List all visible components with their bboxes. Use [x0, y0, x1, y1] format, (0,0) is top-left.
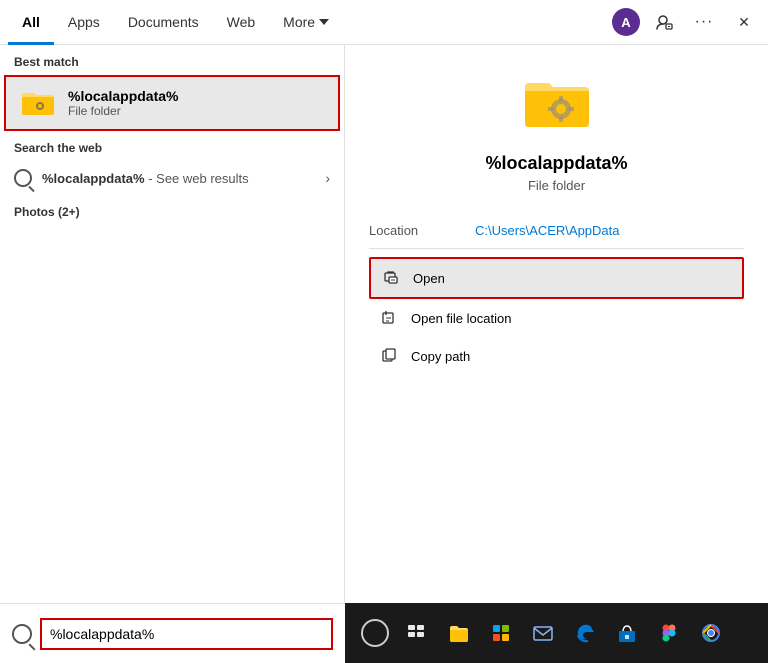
- web-search-text: %localappdata% - See web results: [42, 171, 315, 186]
- best-match-label: Best match: [0, 45, 344, 75]
- feedback-icon: [655, 13, 673, 31]
- best-match-name: %localappdata%: [68, 88, 178, 104]
- tab-more[interactable]: More: [269, 0, 343, 45]
- open-file-location-action[interactable]: Open file location: [369, 299, 744, 337]
- copy-path-action[interactable]: Copy path: [369, 337, 744, 375]
- explorer-icon: [448, 622, 470, 644]
- feedback-button[interactable]: [648, 6, 680, 38]
- tabs-bar: All Apps Documents Web More A: [0, 0, 768, 45]
- copy-icon: [381, 347, 399, 365]
- tab-web[interactable]: Web: [213, 0, 270, 45]
- open-icon: [383, 269, 401, 287]
- best-match-text: %localappdata% File folder: [68, 88, 178, 118]
- open-file-location-label: Open file location: [411, 311, 511, 326]
- open-label: Open: [413, 271, 445, 286]
- location-row: Location C:\Users\ACER\AppData: [369, 213, 744, 249]
- search-input[interactable]: [40, 618, 333, 650]
- chrome-button[interactable]: [693, 615, 729, 651]
- taskbar-app4-button[interactable]: [483, 615, 519, 651]
- explorer-button[interactable]: [441, 615, 477, 651]
- folder-icon-large: [521, 65, 593, 137]
- figma-button[interactable]: [651, 615, 687, 651]
- detail-icon-area: [369, 65, 744, 137]
- detail-sub: File folder: [369, 178, 744, 193]
- best-match-sub: File folder: [68, 104, 178, 118]
- web-section-label: Search the web: [0, 131, 344, 161]
- search-circle-icon: [14, 169, 32, 187]
- location-value[interactable]: C:\Users\ACER\AppData: [475, 223, 620, 238]
- main-content: Best match %localappdata% File folder: [0, 45, 768, 663]
- grid-icon: [491, 623, 511, 643]
- edge-icon: [574, 622, 596, 644]
- taskbar: [345, 603, 768, 663]
- tab-all[interactable]: All: [8, 0, 54, 45]
- right-panel: %localappdata% File folder Location C:\U…: [345, 45, 768, 663]
- best-match-item[interactable]: %localappdata% File folder: [4, 75, 340, 131]
- header-icons: A ··· ✕: [612, 6, 760, 38]
- avatar[interactable]: A: [612, 8, 640, 36]
- cortana-button[interactable]: [357, 615, 393, 651]
- open-action[interactable]: Open: [369, 257, 744, 299]
- taskview-icon: [407, 623, 427, 643]
- search-bar-area: [0, 603, 345, 663]
- taskview-button[interactable]: [399, 615, 435, 651]
- mail-icon: [532, 622, 554, 644]
- left-panel: Best match %localappdata% File folder: [0, 45, 345, 663]
- folder-icon-small: [20, 85, 56, 121]
- detail-name: %localappdata%: [369, 153, 744, 174]
- more-options-button[interactable]: ···: [688, 6, 720, 38]
- edge-button[interactable]: [567, 615, 603, 651]
- store-icon: [616, 622, 638, 644]
- cortana-icon: [361, 619, 389, 647]
- copy-path-label: Copy path: [411, 349, 470, 364]
- store-button[interactable]: [609, 615, 645, 651]
- action-list: Open Open file location: [369, 257, 744, 375]
- photos-section-label: Photos (2+): [0, 195, 344, 225]
- tab-apps[interactable]: Apps: [54, 0, 114, 45]
- tab-documents[interactable]: Documents: [114, 0, 213, 45]
- more-chevron-icon: [319, 17, 329, 27]
- chrome-icon: [700, 622, 722, 644]
- location-label: Location: [369, 223, 459, 238]
- web-chevron-icon: ›: [325, 170, 330, 186]
- file-location-icon: [381, 309, 399, 327]
- search-window: All Apps Documents Web More A: [0, 0, 768, 663]
- figma-icon: [659, 623, 679, 643]
- search-icon-taskbar: [12, 624, 32, 644]
- web-search-item[interactable]: %localappdata% - See web results ›: [0, 161, 344, 195]
- close-button[interactable]: ✕: [728, 6, 760, 38]
- mail-button[interactable]: [525, 615, 561, 651]
